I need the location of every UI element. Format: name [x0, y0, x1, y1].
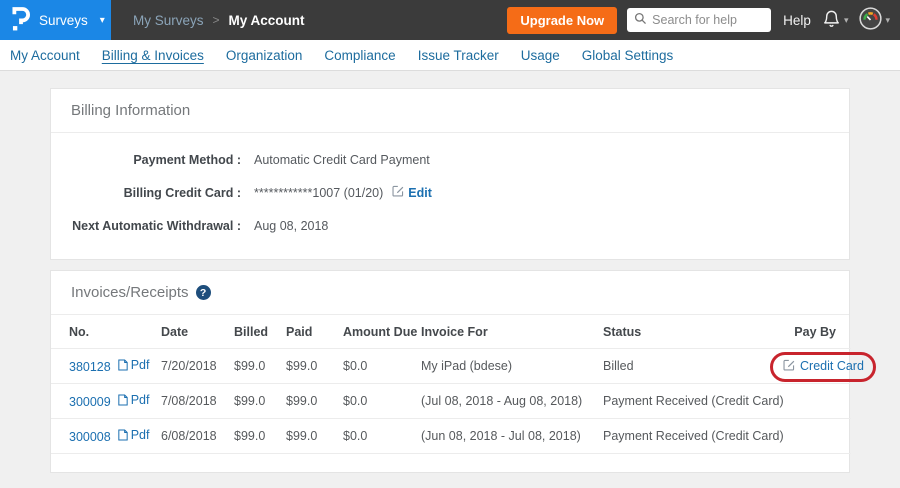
invoice-pay-by	[783, 384, 851, 419]
invoice-for: (Jun 08, 2018 - Jul 08, 2018)	[421, 419, 603, 454]
bell-icon	[822, 9, 841, 31]
upgrade-now-button[interactable]: Upgrade Now	[507, 7, 617, 34]
search-input[interactable]	[652, 13, 765, 27]
invoices-table: No. Date Billed Paid Amount Due Invoice …	[51, 315, 851, 454]
pay-by-credit-card-link[interactable]: Credit Card	[783, 359, 864, 374]
invoice-billed: $99.0	[234, 349, 286, 384]
invoice-amount-due: $0.0	[343, 419, 421, 454]
table-row: 380128 Pdf 7/20/2018 $99.0 $99.0 $0.0 My …	[51, 349, 851, 384]
column-header-no: No.	[51, 315, 161, 349]
column-header-invoice-for: Invoice For	[421, 315, 603, 349]
pdf-link-label: Pdf	[131, 428, 150, 442]
chevron-down-icon: ▾	[844, 15, 849, 26]
column-header-status: Status	[603, 315, 783, 349]
billing-information-body: Payment Method : Automatic Credit Card P…	[51, 133, 849, 259]
invoice-number-link[interactable]: 300008	[69, 430, 111, 444]
chevron-down-icon: ▾	[100, 15, 105, 26]
column-header-paid: Paid	[286, 315, 343, 349]
invoice-date: 7/20/2018	[161, 349, 234, 384]
breadcrumb: My Surveys > My Account	[133, 13, 305, 28]
column-header-pay-by: Pay By	[783, 315, 851, 349]
credit-card-link-label: Credit Card	[800, 359, 864, 373]
pdf-link-label: Pdf	[131, 358, 150, 372]
invoice-date: 7/08/2018	[161, 384, 234, 419]
pdf-link[interactable]: Pdf	[118, 393, 150, 407]
billing-credit-card-label: Billing Credit Card :	[51, 184, 241, 202]
table-header-row: No. Date Billed Paid Amount Due Invoice …	[51, 315, 851, 349]
avatar	[859, 7, 882, 33]
payment-method-value: Automatic Credit Card Payment	[254, 151, 430, 169]
breadcrumb-current: My Account	[229, 13, 305, 28]
tab-compliance[interactable]: Compliance	[324, 48, 395, 63]
notifications-menu[interactable]: ▾	[822, 9, 849, 31]
chevron-down-icon: ▾	[885, 15, 890, 26]
payment-method-row: Payment Method : Automatic Credit Card P…	[51, 151, 849, 169]
invoice-date: 6/08/2018	[161, 419, 234, 454]
edit-credit-card-button[interactable]: Edit	[392, 184, 432, 202]
invoices-receipts-title: Invoices/Receipts	[71, 284, 189, 301]
invoice-status: Payment Received (Credit Card)	[603, 384, 783, 419]
tab-my-account[interactable]: My Account	[10, 48, 80, 63]
tab-billing-invoices[interactable]: Billing & Invoices	[102, 48, 204, 63]
invoice-paid: $99.0	[286, 349, 343, 384]
billing-information-panel: Billing Information Payment Method : Aut…	[50, 88, 850, 260]
column-header-amount-due: Amount Due	[343, 315, 421, 349]
billing-information-title: Billing Information	[51, 89, 849, 133]
product-menu[interactable]: Surveys ▾	[0, 0, 111, 40]
billing-credit-card-value: ************1007 (01/20)	[254, 184, 383, 202]
table-row: 300008 Pdf 6/08/2018 $99.0 $99.0 $0.0 (Ju…	[51, 419, 851, 454]
breadcrumb-separator: >	[213, 13, 220, 27]
pdf-link[interactable]: Pdf	[118, 428, 150, 442]
invoice-pay-by	[783, 419, 851, 454]
edit-pencil-icon	[392, 184, 404, 202]
invoice-number-link[interactable]: 380128	[69, 360, 111, 374]
edit-link-label: Edit	[408, 184, 432, 202]
invoice-amount-due: $0.0	[343, 384, 421, 419]
tab-global-settings[interactable]: Global Settings	[582, 48, 674, 63]
table-row: 300009 Pdf 7/08/2018 $99.0 $99.0 $0.0 (Ju…	[51, 384, 851, 419]
product-menu-label: Surveys	[39, 13, 88, 28]
help-link[interactable]: Help	[783, 13, 811, 28]
invoices-receipts-panel: Invoices/Receipts ? No. Date Billed Paid…	[50, 270, 850, 473]
invoice-billed: $99.0	[234, 419, 286, 454]
search-icon	[634, 12, 647, 28]
tab-organization[interactable]: Organization	[226, 48, 303, 63]
column-header-billed: Billed	[234, 315, 286, 349]
invoice-number-link[interactable]: 300009	[69, 395, 111, 409]
help-question-icon[interactable]: ?	[196, 285, 211, 300]
payment-method-label: Payment Method :	[51, 151, 241, 169]
pdf-link[interactable]: Pdf	[118, 358, 150, 372]
next-withdrawal-label: Next Automatic Withdrawal :	[51, 217, 241, 235]
breadcrumb-my-surveys[interactable]: My Surveys	[133, 13, 204, 28]
pdf-link-label: Pdf	[131, 393, 150, 407]
account-menu[interactable]: ▾	[859, 7, 890, 33]
next-withdrawal-row: Next Automatic Withdrawal : Aug 08, 2018	[51, 217, 849, 235]
edit-pencil-icon	[783, 359, 795, 374]
invoices-receipts-title-row: Invoices/Receipts ?	[51, 271, 849, 315]
invoice-for: My iPad (bdese)	[421, 349, 603, 384]
help-search-box[interactable]	[627, 8, 771, 32]
billing-credit-card-row: Billing Credit Card : ************1007 (…	[51, 184, 849, 202]
tab-issue-tracker[interactable]: Issue Tracker	[418, 48, 499, 63]
panel-bottom-spacer	[51, 454, 849, 472]
invoice-status: Payment Received (Credit Card)	[603, 419, 783, 454]
column-header-date: Date	[161, 315, 234, 349]
invoice-paid: $99.0	[286, 384, 343, 419]
tab-usage[interactable]: Usage	[521, 48, 560, 63]
invoice-for: (Jul 08, 2018 - Aug 08, 2018)	[421, 384, 603, 419]
questionpro-logo-icon	[12, 6, 30, 34]
page-content: Billing Information Payment Method : Aut…	[0, 71, 900, 473]
invoice-billed: $99.0	[234, 384, 286, 419]
topbar-actions: Upgrade Now Help ▾	[507, 7, 900, 34]
invoice-amount-due: $0.0	[343, 349, 421, 384]
account-nav: My Account Billing & Invoices Organizati…	[0, 40, 900, 71]
next-withdrawal-value: Aug 08, 2018	[254, 217, 328, 235]
invoice-paid: $99.0	[286, 419, 343, 454]
invoice-status: Billed	[603, 349, 783, 384]
top-bar: Surveys ▾ My Surveys > My Account Upgrad…	[0, 0, 900, 40]
